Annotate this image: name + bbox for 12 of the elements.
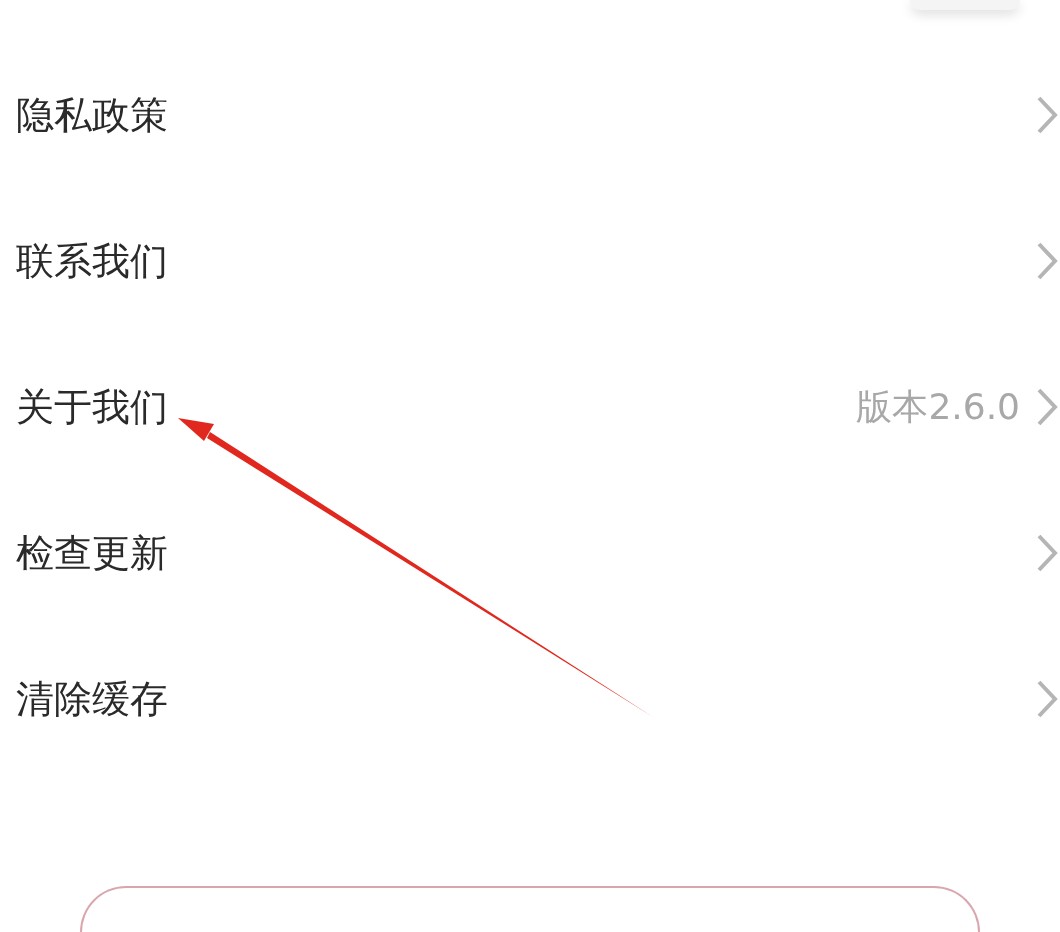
- chevron-icon: [1036, 533, 1058, 573]
- settings-item[interactable]: 检查更新: [16, 527, 1036, 579]
- chevron-icon: [1036, 679, 1058, 719]
- settings-item[interactable]: 隐私政策: [16, 89, 1036, 141]
- chevron-icon: [1036, 387, 1058, 427]
- chevron-icon: [1036, 95, 1058, 135]
- settings-item[interactable]: 关于我们: [16, 381, 857, 433]
- version-text: 版本2.6.0: [856, 384, 1020, 429]
- settings-item[interactable]: 联系我们: [16, 235, 1036, 287]
- chevron-icon: [1036, 241, 1058, 281]
- settings-item[interactable]: 清除缓存: [16, 673, 1036, 725]
- bottom-button[interactable]: [80, 886, 980, 932]
